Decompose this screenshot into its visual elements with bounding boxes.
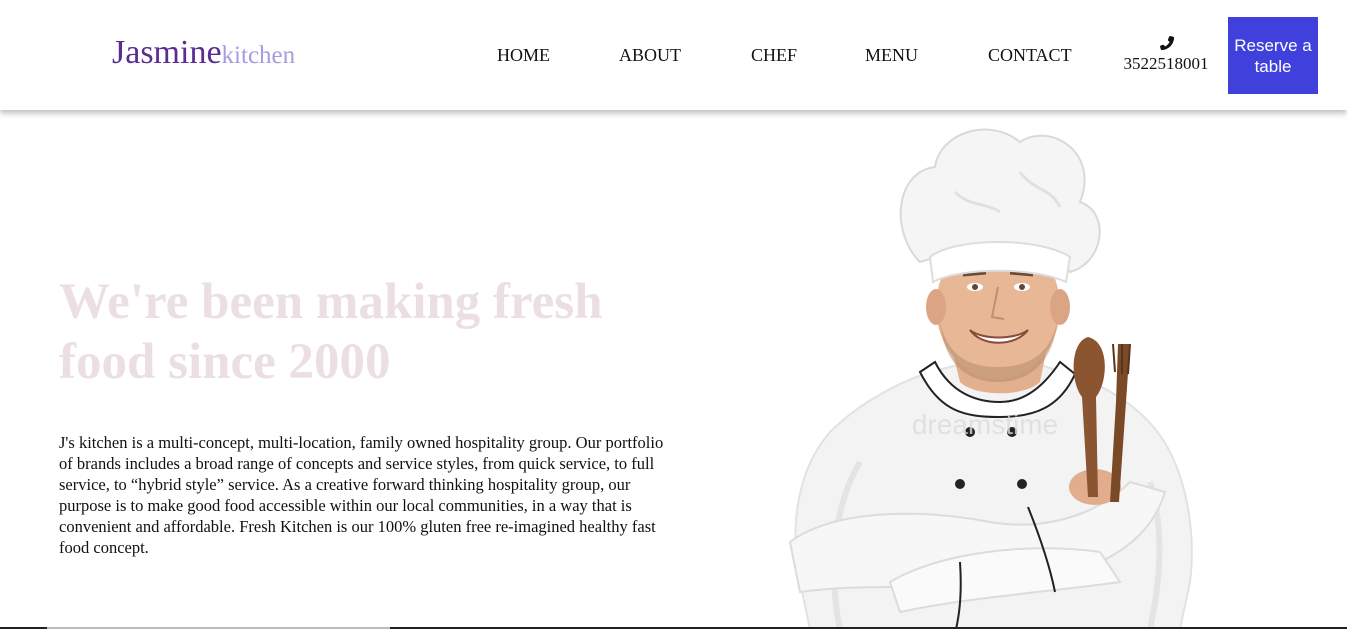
nav-menu[interactable]: MENU — [865, 45, 918, 66]
chef-image: dreamstime — [788, 128, 1193, 629]
nav-home[interactable]: HOME — [497, 45, 550, 66]
brand-name-main: Jasmine — [112, 34, 222, 71]
watermark-text: dreamstime — [912, 409, 1058, 440]
brand-name-sub: kitchen — [221, 42, 296, 69]
phone-number: 3522518001 — [1123, 54, 1209, 73]
nav-contact[interactable]: CONTACT — [988, 45, 1072, 66]
nav-about[interactable]: ABOUT — [619, 45, 681, 66]
phone-contact[interactable]: 3522518001 — [1121, 33, 1211, 74]
nav-chef[interactable]: CHEF — [751, 45, 797, 66]
hero-description: J's kitchen is a multi-concept, multi-lo… — [59, 433, 664, 557]
site-header: Jasminekitchen HOME ABOUT CHEF MENU CONT… — [0, 0, 1347, 110]
brand-logo[interactable]: Jasminekitchen — [112, 34, 295, 72]
reserve-table-button[interactable]: Reserve a table — [1228, 17, 1318, 94]
hero-title: We're been making fresh food since 2000 — [59, 274, 603, 390]
phone-icon — [1159, 36, 1175, 51]
